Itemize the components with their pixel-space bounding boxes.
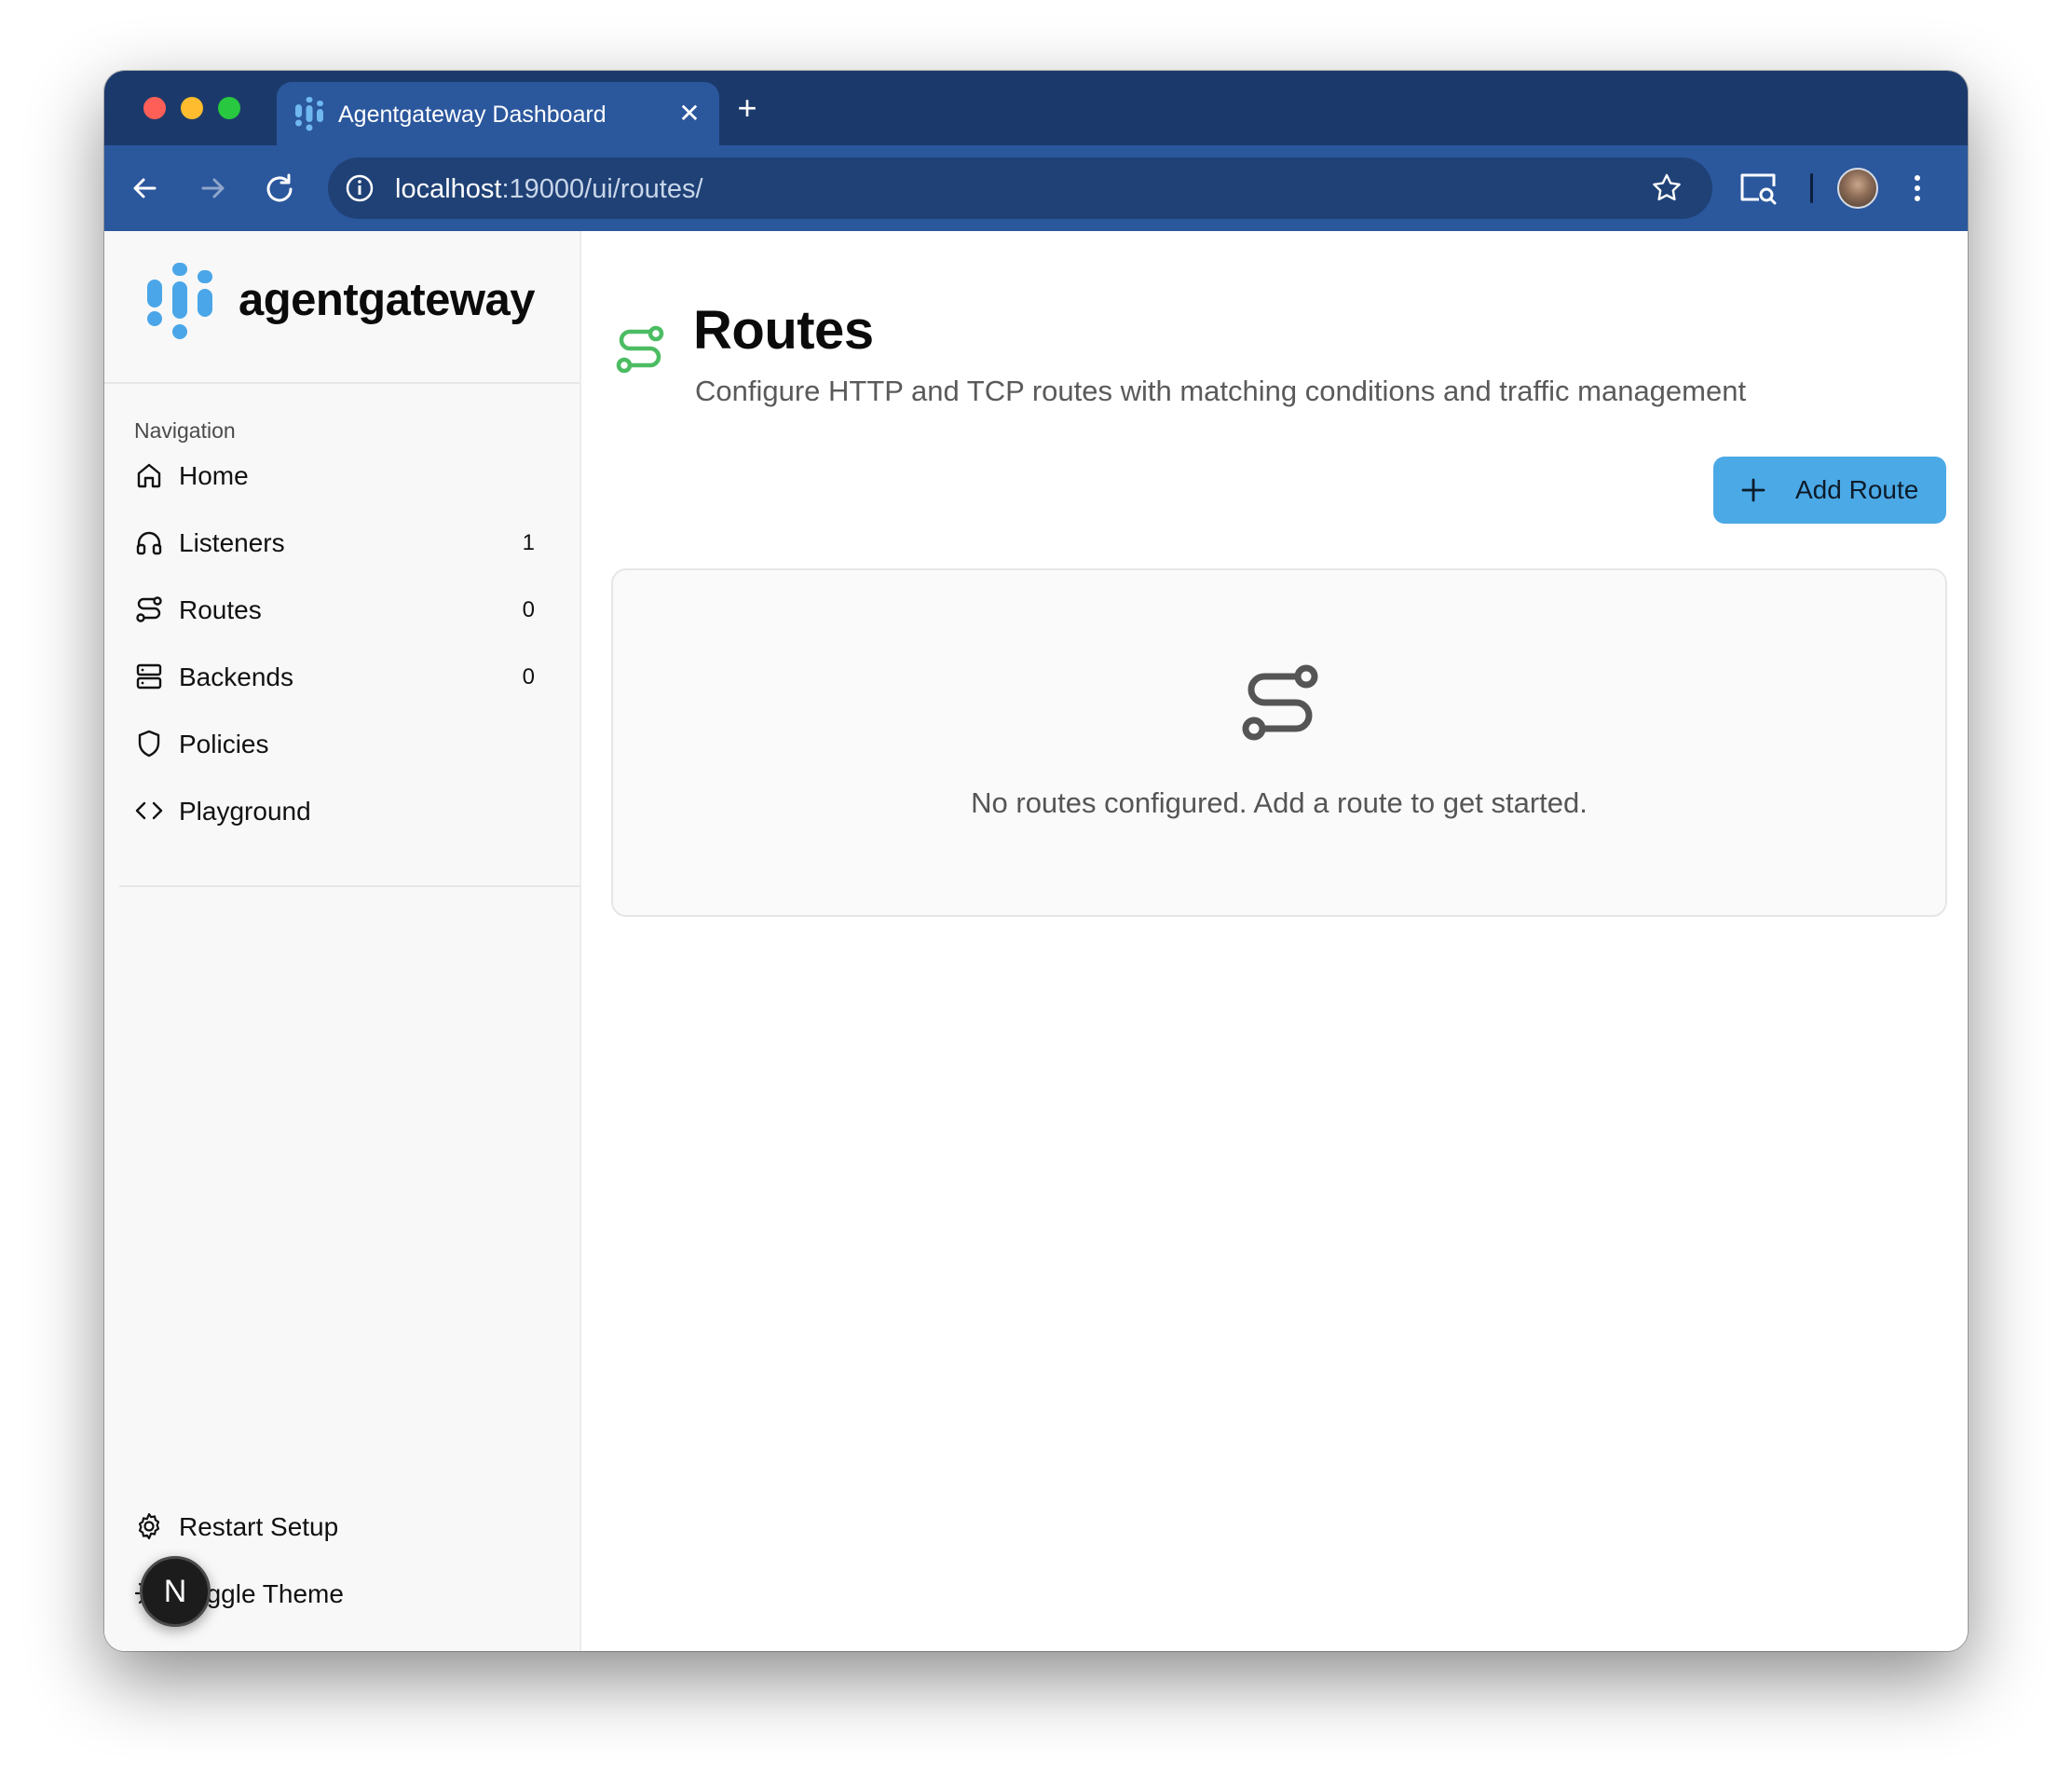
close-window-button[interactable]: [143, 97, 166, 119]
page-content: agentgateway Navigation Home Listeners 1…: [104, 231, 1968, 1651]
empty-state-card: No routes configured. Add a route to get…: [611, 568, 1947, 917]
route-icon: [136, 596, 162, 622]
browser-tab[interactable]: Agentgateway Dashboard ✕: [277, 82, 719, 145]
url-text[interactable]: localhost:19000/ui/routes/: [395, 174, 703, 204]
tab-bar: Agentgateway Dashboard ✕ +: [104, 71, 1968, 145]
headphones-icon: [136, 531, 162, 555]
sidebar-item-count: 1: [522, 530, 535, 555]
bookmark-star-icon[interactable]: [1649, 171, 1684, 206]
tab-close-icon[interactable]: ✕: [675, 99, 704, 129]
brand-name: agentgateway: [239, 275, 536, 325]
brand-header: agentgateway: [104, 231, 579, 384]
restart-setup-label: Restart Setup: [179, 1512, 339, 1541]
new-tab-button[interactable]: +: [729, 89, 766, 127]
main-content: Routes Configure HTTP and TCP routes wit…: [581, 231, 1968, 1651]
sidebar: agentgateway Navigation Home Listeners 1…: [104, 231, 581, 1651]
server-icon: [136, 663, 162, 690]
code-icon: [135, 801, 163, 820]
url-path: :19000/ui/routes/: [501, 174, 703, 204]
page-subtitle: Configure HTTP and TCP routes with match…: [695, 375, 1747, 407]
page-title: Routes: [693, 300, 874, 361]
site-info-icon[interactable]: [343, 171, 376, 205]
maximize-window-button[interactable]: [218, 97, 240, 119]
route-icon: [616, 325, 664, 374]
route-icon: [1242, 664, 1318, 741]
sidebar-item-home[interactable]: Home: [123, 447, 572, 503]
address-bar[interactable]: localhost:19000/ui/routes/: [328, 157, 1712, 219]
nextjs-dev-badge[interactable]: N: [140, 1556, 211, 1627]
plus-icon: [1741, 478, 1765, 502]
reload-icon[interactable]: [257, 166, 302, 211]
forward-arrow-icon[interactable]: [190, 166, 235, 211]
sidebar-item-label: Playground: [179, 797, 311, 826]
sidebar-item-label: Backends: [179, 662, 293, 691]
browser-toolbar: localhost:19000/ui/routes/: [104, 145, 1968, 231]
url-host: localhost: [395, 174, 502, 204]
navigation-label: Navigation: [134, 418, 236, 443]
tab-title: Agentgateway Dashboard: [338, 102, 607, 128]
gear-icon: [138, 1512, 160, 1540]
sidebar-item-backends[interactable]: Backends 0: [123, 649, 572, 704]
sidebar-item-policies[interactable]: Policies: [123, 716, 572, 772]
sidebar-divider: [119, 885, 579, 887]
agentgateway-logo-icon[interactable]: [145, 261, 214, 339]
sidebar-item-label: Listeners: [179, 528, 285, 557]
add-route-label: Add Route: [1795, 475, 1919, 504]
profile-avatar[interactable]: [1837, 168, 1878, 209]
add-route-button[interactable]: Add Route: [1713, 457, 1946, 524]
sidebar-item-label: Policies: [179, 730, 269, 758]
agentgateway-favicon-icon: [295, 97, 323, 131]
sidebar-item-label: Routes: [179, 595, 262, 624]
restart-setup-button[interactable]: Restart Setup: [123, 1500, 572, 1552]
back-arrow-icon[interactable]: [123, 166, 168, 211]
sidebar-item-playground[interactable]: Playground: [123, 783, 572, 839]
shield-icon: [138, 730, 160, 758]
browser-window: Agentgateway Dashboard ✕ + localhost:190…: [104, 71, 1968, 1651]
sidebar-item-listeners[interactable]: Listeners 1: [123, 514, 572, 570]
sidebar-item-count: 0: [522, 664, 535, 690]
sidebar-item-routes[interactable]: Routes 0: [123, 581, 572, 637]
sidebar-item-label: Home: [179, 461, 249, 490]
toolbar-separator: [1810, 173, 1813, 203]
empty-state-message: No routes configured. Add a route to get…: [971, 786, 1588, 819]
sidebar-item-count: 0: [522, 597, 535, 622]
screen-search-icon[interactable]: [1737, 168, 1779, 209]
minimize-window-button[interactable]: [181, 97, 203, 119]
more-menu-icon[interactable]: [1906, 168, 1929, 209]
home-icon: [137, 463, 161, 488]
